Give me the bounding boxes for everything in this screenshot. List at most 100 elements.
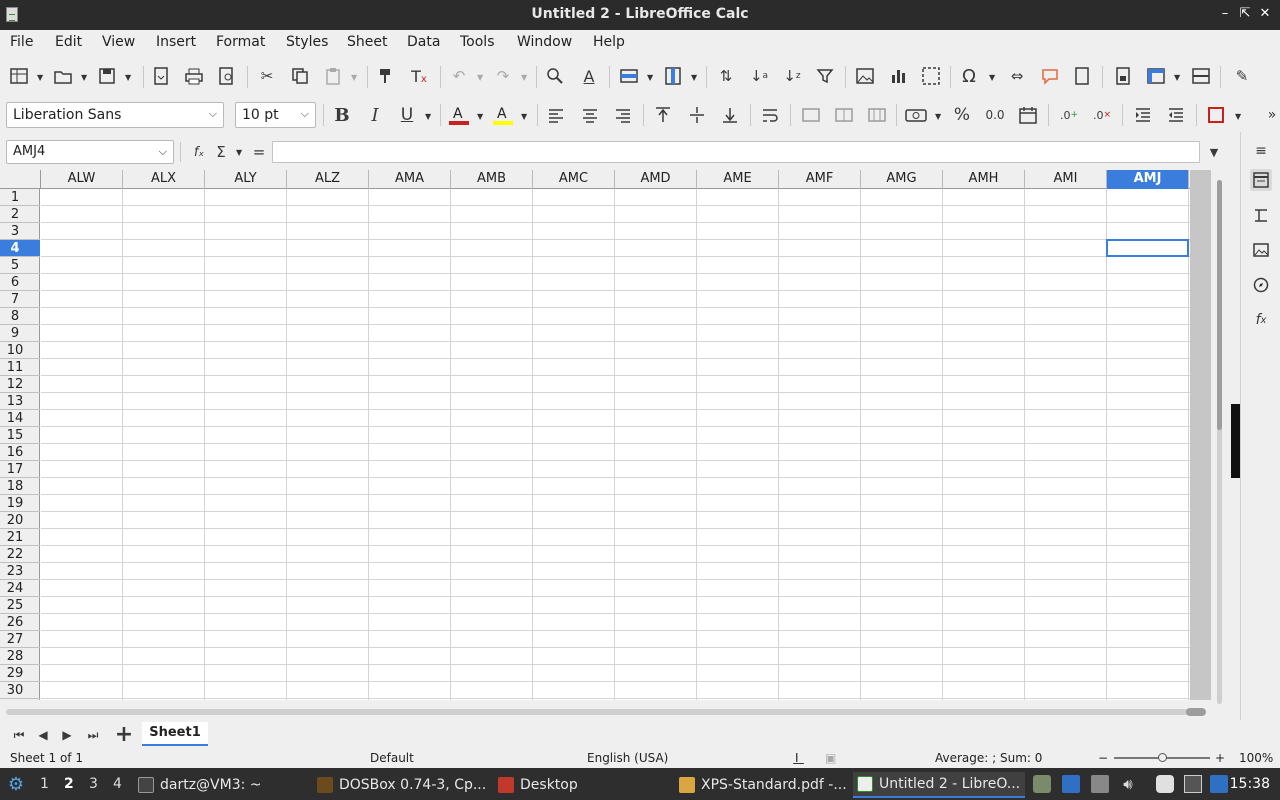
comment-icon[interactable] [1039, 65, 1061, 87]
wrap-text-icon[interactable] [759, 104, 781, 126]
autofilter-icon[interactable] [814, 65, 836, 87]
previous-sheet-icon[interactable]: ◀ [32, 724, 54, 746]
sheet-tab[interactable]: Sheet1 [142, 722, 208, 746]
row-header[interactable]: 21 [0, 529, 40, 546]
spelling-icon[interactable]: A [578, 65, 600, 87]
freeze-rows-columns-icon[interactable] [1145, 65, 1167, 87]
horizontal-scroll-track[interactable] [6, 709, 1206, 715]
restore-button[interactable]: ⇱ [1236, 5, 1254, 23]
row-header[interactable]: 17 [0, 461, 40, 478]
task-dosbox[interactable]: DOSBox 0.74-3, Cp... [313, 772, 491, 798]
task-pdf[interactable]: XPS-Standard.pdf -... [675, 772, 847, 798]
split-window-icon[interactable] [1190, 65, 1212, 87]
sort-descending-icon[interactable]: ↓ z [781, 65, 803, 87]
paste-dropdown-icon[interactable]: ▼ [351, 73, 357, 82]
row-header[interactable]: 11 [0, 359, 40, 376]
font-name-combo[interactable]: Liberation Sans ⌵ [6, 102, 224, 128]
highlight-dropdown-icon[interactable]: ▼ [521, 112, 527, 121]
horizontal-scroll-thumb[interactable] [1186, 708, 1206, 716]
row-icon[interactable] [618, 65, 640, 87]
save-icon[interactable] [96, 65, 118, 87]
column-header[interactable]: AMA [369, 170, 451, 189]
zoom-out-button[interactable]: − [1098, 751, 1108, 765]
highlight-color-icon[interactable]: A [492, 104, 514, 126]
column-header[interactable]: AMG [861, 170, 943, 189]
language[interactable]: English (USA) [587, 751, 668, 765]
save-dropdown-icon[interactable]: ▼ [125, 73, 131, 82]
center-vertically-icon[interactable] [686, 104, 708, 126]
menu-tools[interactable]: Tools [460, 34, 495, 50]
menu-insert[interactable]: Insert [156, 34, 196, 50]
show-desktop-icon[interactable] [1062, 775, 1080, 793]
row-header[interactable]: 29 [0, 665, 40, 682]
sidebar-menu-icon[interactable]: ≡ [1250, 140, 1272, 162]
styles-icon[interactable] [1250, 204, 1272, 226]
workspace-4[interactable]: 4 [113, 776, 122, 792]
menu-file[interactable]: File [10, 34, 33, 50]
row-header[interactable]: 28 [0, 648, 40, 665]
currency-dropdown-icon[interactable]: ▼ [935, 112, 941, 121]
new-document-icon[interactable] [8, 65, 30, 87]
row-header[interactable]: 27 [0, 631, 40, 648]
zoom-slider[interactable] [1114, 753, 1210, 762]
export-pdf-icon[interactable] [150, 65, 172, 87]
expand-formula-bar-icon[interactable]: ▼ [1203, 141, 1225, 163]
selection-mode-icon[interactable]: I͟ [795, 751, 799, 765]
paste-icon[interactable] [322, 65, 344, 87]
column-header[interactable]: AMB [451, 170, 533, 189]
column-header[interactable]: AMJ [1107, 170, 1189, 189]
formula-input[interactable] [272, 141, 1200, 163]
freeze-dropdown-icon[interactable]: ▼ [1174, 73, 1180, 82]
menu-sheet[interactable]: Sheet [347, 34, 387, 50]
insert-image-icon[interactable] [854, 65, 876, 87]
font-color-dropdown-icon[interactable]: ▼ [477, 112, 483, 121]
column-header[interactable]: AMI [1025, 170, 1107, 189]
zoom-in-button[interactable]: + [1215, 751, 1225, 765]
row-header[interactable]: 3 [0, 223, 40, 240]
task-calc[interactable]: Untitled 2 - LibreO... [853, 772, 1025, 798]
menu-edit[interactable]: Edit [55, 34, 82, 50]
align-bottom-icon[interactable] [719, 104, 741, 126]
gallery-icon[interactable] [1250, 239, 1272, 261]
undo-dropdown-icon[interactable]: ▼ [477, 73, 483, 82]
row-header[interactable]: 9 [0, 325, 40, 342]
workspace-3[interactable]: 3 [89, 776, 98, 792]
menu-data[interactable]: Data [407, 34, 440, 50]
page-style[interactable]: Default [370, 751, 414, 765]
menu-help[interactable]: Help [593, 34, 625, 50]
workspace-2[interactable]: 2 [64, 776, 74, 792]
pivot-table-icon[interactable] [920, 65, 942, 87]
bold-button[interactable]: B [331, 104, 353, 126]
row-header[interactable]: 22 [0, 546, 40, 563]
menu-format[interactable]: Format [216, 34, 265, 50]
row-header[interactable]: 1 [0, 189, 40, 206]
network-icon[interactable] [1091, 775, 1109, 793]
column-header[interactable]: ALZ [287, 170, 369, 189]
row-header[interactable]: 7 [0, 291, 40, 308]
percent-format-button[interactable]: % [951, 104, 973, 126]
row-header[interactable]: 14 [0, 410, 40, 427]
menu-view[interactable]: View [102, 34, 135, 50]
align-right-icon[interactable] [612, 104, 634, 126]
undo-icon[interactable]: ↶ [448, 65, 470, 87]
clipboard-icon[interactable] [1156, 775, 1174, 793]
function-wizard-icon[interactable]: fₓ [188, 141, 210, 163]
vertical-scroll-thumb[interactable] [1217, 180, 1222, 430]
borders-dropdown-icon[interactable]: ▼ [1235, 112, 1241, 121]
row-header[interactable]: 23 [0, 563, 40, 580]
underline-dropdown-icon[interactable]: ▼ [425, 112, 431, 121]
find-replace-icon[interactable] [544, 65, 566, 87]
column-header[interactable]: ALW [41, 170, 123, 189]
sum-icon[interactable]: Σ [210, 141, 232, 163]
add-sheet-button[interactable]: + [113, 722, 135, 747]
open-folder-icon[interactable] [52, 65, 74, 87]
navigator-icon[interactable] [1250, 274, 1272, 296]
row-header[interactable]: 8 [0, 308, 40, 325]
show-draw-functions-icon[interactable]: ✎ [1231, 65, 1253, 87]
keyboard-icon[interactable] [1184, 775, 1202, 793]
row-header[interactable]: 26 [0, 614, 40, 631]
unmerge-cells-icon[interactable] [866, 104, 888, 126]
row-header[interactable]: 30 [0, 682, 40, 699]
font-size-combo[interactable]: 10 pt ⌵ [235, 102, 316, 128]
column-header[interactable]: AMD [615, 170, 697, 189]
